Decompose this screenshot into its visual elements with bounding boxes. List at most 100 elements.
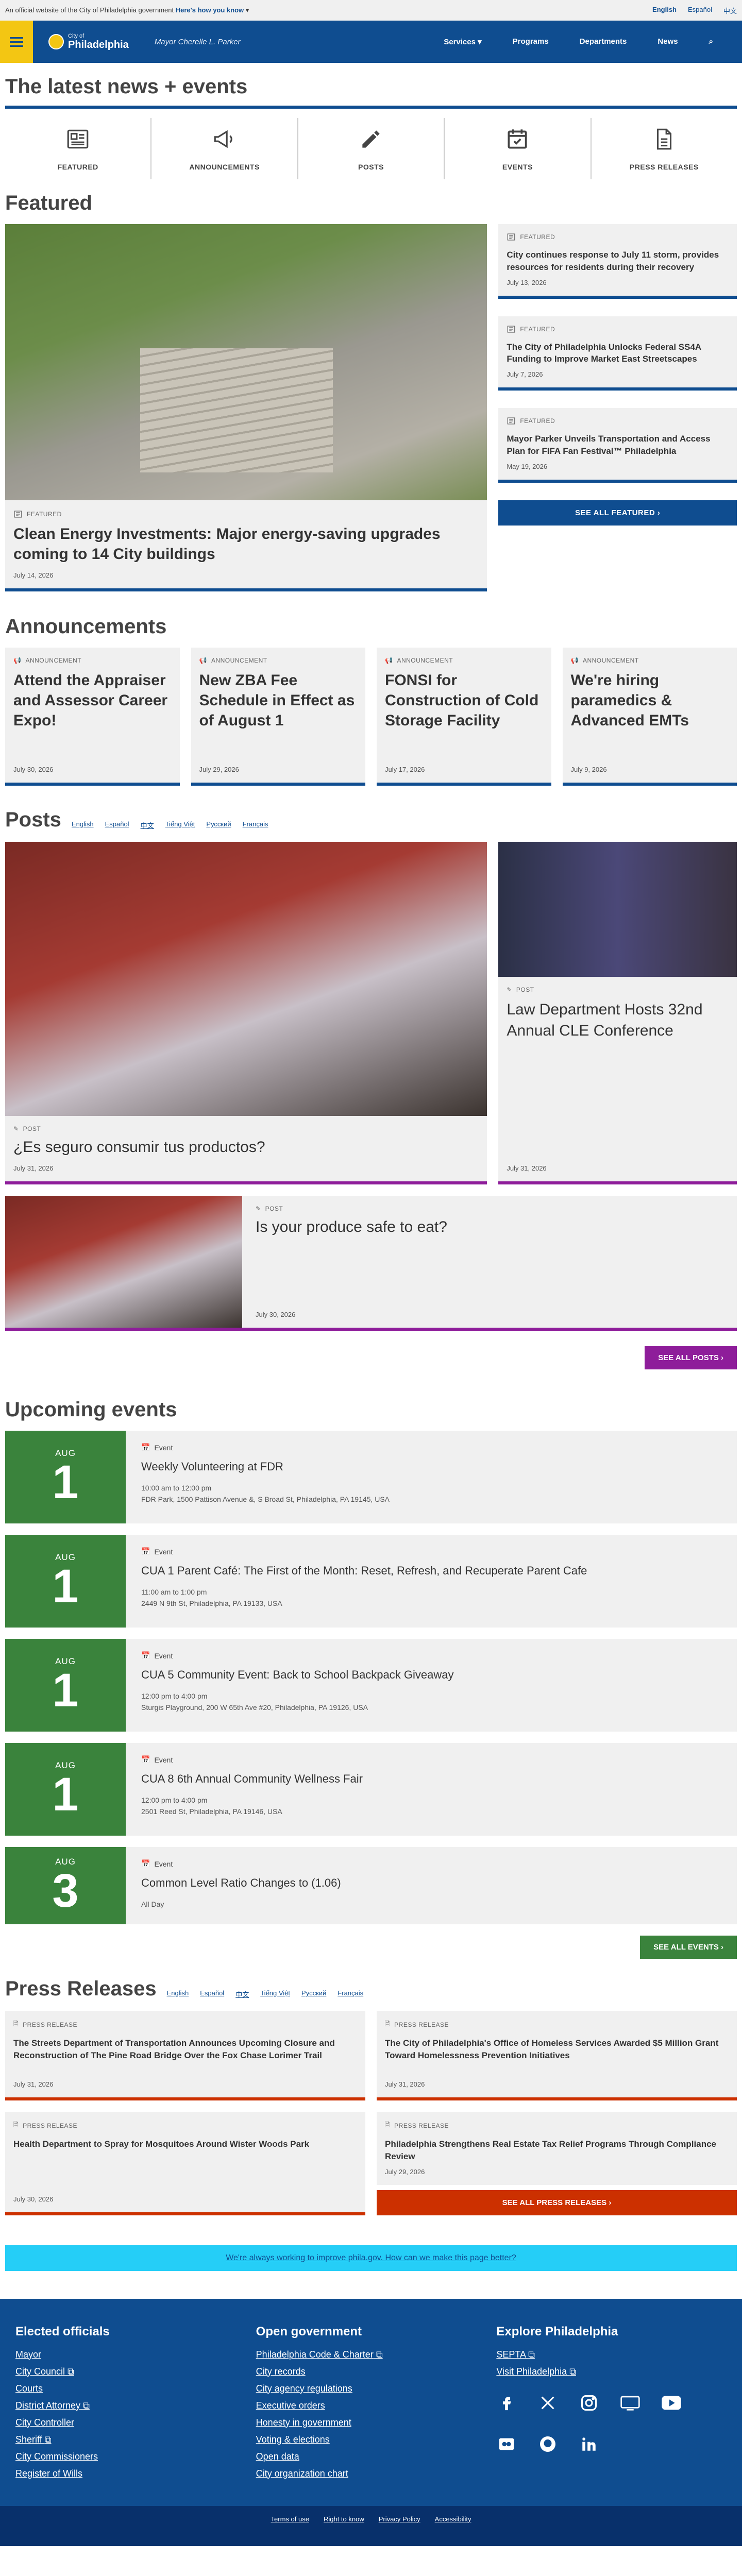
- footer-link[interactable]: City organization chart: [256, 2468, 492, 2479]
- icon-nav-posts[interactable]: POSTS: [298, 118, 445, 179]
- posts-lang-link[interactable]: Tiếng Việt: [165, 820, 195, 830]
- menu-button[interactable]: [0, 21, 33, 63]
- press-lang-link[interactable]: Español: [200, 1989, 224, 1999]
- announcement-card[interactable]: 📢 ANNOUNCEMENT We're hiring paramedics & A…: [562, 648, 737, 786]
- see-all-posts-button[interactable]: SEE ALL POSTS ›: [645, 1346, 737, 1369]
- event-card[interactable]: AUG 1 📅 Event CUA 1 Parent Café: The First o…: [5, 1535, 737, 1628]
- event-location: 2501 Reed St, Philadelphia, PA 19146, US…: [141, 1807, 282, 1816]
- nav-services[interactable]: Services ▾: [444, 37, 481, 46]
- event-card[interactable]: AUG 1 📅 Event Weekly Volunteering at FDR 10:0…: [5, 1431, 737, 1523]
- announcement-date: July 17, 2026: [385, 766, 425, 773]
- how-you-know-link[interactable]: Here's how you know: [176, 6, 244, 14]
- announcement-date: July 30, 2026: [13, 766, 54, 773]
- mayor-link[interactable]: Mayor Cherelle L. Parker: [155, 38, 241, 46]
- footer-link[interactable]: SEPTA ⧉: [496, 2349, 732, 2360]
- icon-nav-events[interactable]: EVENTS: [445, 118, 592, 179]
- press-lang-link[interactable]: English: [167, 1989, 189, 1999]
- see-all-featured-button[interactable]: SEE ALL FEATURED ›: [498, 500, 737, 526]
- footer-link[interactable]: Register of Wills: [15, 2468, 251, 2479]
- nav-programs[interactable]: Programs: [513, 37, 549, 46]
- announcement-card[interactable]: 📢 ANNOUNCEMENT New ZBA Fee Schedule in Eff…: [191, 648, 365, 786]
- facebook-icon[interactable]: [496, 2393, 517, 2413]
- press-card[interactable]: 🗎 PRESS RELEASE Health Department to Spray…: [5, 2112, 365, 2215]
- feedback-link[interactable]: We're always working to improve phila.go…: [5, 2245, 737, 2271]
- flickr-icon[interactable]: [496, 2434, 517, 2454]
- lang-espanol[interactable]: Español: [688, 6, 712, 15]
- terms-link[interactable]: Terms of use: [271, 2515, 309, 2523]
- search-icon[interactable]: ⌕: [709, 37, 713, 46]
- see-all-press-button[interactable]: SEE ALL PRESS RELEASES ›: [377, 2190, 737, 2215]
- announcement-card[interactable]: 📢 ANNOUNCEMENT FONSI for Construction of C…: [377, 648, 551, 786]
- footer-link[interactable]: City records: [256, 2366, 492, 2377]
- footer-bottom: Terms of use Right to know Privacy Polic…: [0, 2505, 742, 2546]
- footer-link[interactable]: Honesty in government: [256, 2417, 492, 2428]
- posts-lang-link[interactable]: Español: [105, 820, 129, 830]
- footer-link[interactable]: District Attorney ⧉: [15, 2400, 251, 2411]
- gov-banner-text-wrap: An official website of the City of Phila…: [5, 6, 249, 14]
- posts-lang-link[interactable]: English: [72, 820, 94, 830]
- instagram-icon[interactable]: [579, 2393, 599, 2413]
- right-to-know-link[interactable]: Right to know: [324, 2515, 364, 2523]
- press-lang-link[interactable]: Русский: [301, 1989, 326, 1999]
- github-icon[interactable]: [537, 2434, 558, 2454]
- featured-side-card[interactable]: FEATURED The City of Philadelphia Unlock…: [498, 316, 737, 391]
- posts-lang-link[interactable]: Русский: [206, 820, 231, 830]
- icon-nav-featured[interactable]: FEATURED: [5, 118, 152, 179]
- see-all-events-button[interactable]: SEE ALL EVENTS ›: [640, 1936, 737, 1959]
- x-twitter-icon[interactable]: [537, 2393, 558, 2413]
- footer-link[interactable]: Mayor: [15, 2349, 251, 2360]
- footer-link[interactable]: Courts: [15, 2383, 251, 2394]
- footer-link[interactable]: City Council ⧉: [15, 2366, 251, 2377]
- announcement-card[interactable]: 📢 ANNOUNCEMENT Attend the Appraiser and As…: [5, 648, 180, 786]
- press-card[interactable]: 🗎 PRESS RELEASE Philadelphia Strengthens R…: [377, 2112, 737, 2185]
- press-card[interactable]: 🗎 PRESS RELEASE The City of Philadelphia's…: [377, 2011, 737, 2100]
- press-card[interactable]: 🗎 PRESS RELEASE The Streets Department of …: [5, 2011, 365, 2100]
- post-side-card[interactable]: ✎ POST Law Department Hosts 32nd Annual C…: [498, 842, 737, 1184]
- govtv-icon[interactable]: [620, 2393, 640, 2413]
- featured-main-card[interactable]: FEATURED Clean Energy Investments: Major…: [5, 224, 487, 591]
- featured-side-card[interactable]: FEATURED City continues response to July…: [498, 224, 737, 299]
- footer-link[interactable]: City Commissioners: [15, 2451, 251, 2462]
- privacy-link[interactable]: Privacy Policy: [379, 2515, 420, 2523]
- announcements-list: 📢 ANNOUNCEMENT Attend the Appraiser and As…: [5, 648, 737, 786]
- posts-lang-link[interactable]: Français: [243, 820, 268, 830]
- pencil-icon: [362, 130, 380, 148]
- press-lang-link[interactable]: Français: [338, 1989, 363, 1999]
- footer-link[interactable]: Philadelphia Code & Charter ⧉: [256, 2349, 492, 2360]
- nav-news[interactable]: News: [657, 37, 678, 46]
- site-logo[interactable]: City of Philadelphia: [48, 33, 129, 51]
- footer-link[interactable]: Voting & elections: [256, 2434, 492, 2445]
- footer-link[interactable]: Executive orders: [256, 2400, 492, 2411]
- lang-english[interactable]: English: [652, 6, 677, 15]
- footer-link[interactable]: Visit Philadelphia ⧉: [496, 2366, 732, 2377]
- icon-nav-press[interactable]: PRESS RELEASES: [592, 118, 737, 179]
- footer-link[interactable]: City Controller: [15, 2417, 251, 2428]
- posts-lang-link[interactable]: 中文: [141, 820, 154, 830]
- youtube-icon[interactable]: [661, 2393, 682, 2413]
- nav-departments[interactable]: Departments: [580, 37, 627, 46]
- footer-link[interactable]: City agency regulations: [256, 2383, 492, 2394]
- post-wide-card[interactable]: ✎ POST Is your produce safe to eat? July …: [5, 1196, 737, 1331]
- footer-heading: Open government: [256, 2324, 362, 2338]
- post-side-image: [498, 842, 737, 977]
- event-card[interactable]: AUG 3 📅 Event Common Level Ratio Changes to …: [5, 1847, 737, 1924]
- events-list: AUG 1 📅 Event Weekly Volunteering at FDR 10:0…: [0, 1431, 742, 1924]
- lang-chinese[interactable]: 中文: [723, 6, 737, 15]
- event-card[interactable]: AUG 1 📅 Event CUA 5 Community Event: Back to…: [5, 1639, 737, 1732]
- external-link-icon: ⧉: [68, 2366, 74, 2377]
- press-lang-link[interactable]: 中文: [235, 1989, 249, 1999]
- footer-link[interactable]: Sheriff ⧉: [15, 2434, 251, 2445]
- linkedin-icon[interactable]: [579, 2434, 599, 2454]
- icon-nav-announcements[interactable]: ANNOUNCEMENTS: [151, 118, 298, 179]
- post-main-card[interactable]: ✎ POST ¿Es seguro consumir tus productos?…: [5, 842, 487, 1184]
- featured-side-card[interactable]: FEATURED Mayor Parker Unveils Transporta…: [498, 408, 737, 483]
- posts-lang-links: English Español 中文 Tiếng Việt Русский Françai…: [72, 820, 268, 830]
- accessibility-link[interactable]: Accessibility: [435, 2515, 471, 2523]
- announcement-date: July 9, 2026: [570, 766, 607, 773]
- footer-heading: Explore Philadelphia: [496, 2324, 618, 2338]
- press-lang-link[interactable]: Tiếng Việt: [260, 1989, 290, 1999]
- event-card[interactable]: AUG 1 📅 Event CUA 8 6th Annual Community Wel…: [5, 1743, 737, 1836]
- icon-nav-label: PRESS RELEASES: [629, 163, 699, 171]
- newspaper-icon: [67, 129, 89, 149]
- footer-link[interactable]: Open data: [256, 2451, 492, 2462]
